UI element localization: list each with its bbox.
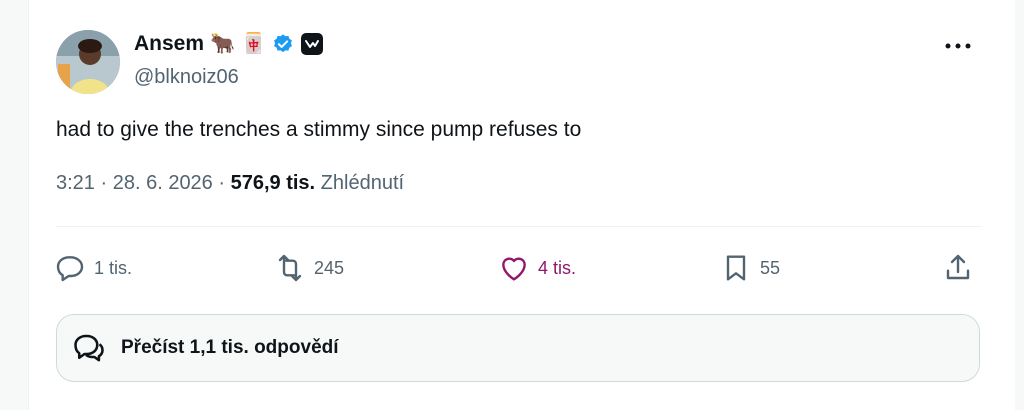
share-button[interactable] (942, 252, 974, 284)
read-replies-button[interactable]: Přečíst 1,1 tis. odpovědí (56, 314, 980, 382)
reply-icon (56, 256, 84, 282)
conversation-icon (74, 334, 104, 362)
avatar[interactable] (56, 30, 120, 94)
read-replies-label: Přečíst 1,1 tis. odpovědí (121, 337, 339, 358)
author-name-row: Ansem 🐂 🀄 (134, 32, 324, 56)
divider (56, 226, 982, 227)
bookmark-count: 55 (760, 257, 781, 278)
retweet-button[interactable]: 245 (274, 252, 344, 284)
more-options-icon[interactable] (944, 40, 972, 52)
tweet-time[interactable]: 3:21 (56, 172, 95, 194)
reply-button[interactable]: 1 tis. (54, 252, 132, 284)
retweet-icon (278, 254, 302, 282)
tweet-text: had to give the trenches a stimmy since … (56, 118, 582, 141)
retweet-count: 245 (314, 257, 345, 278)
meta-separator: · (218, 172, 231, 194)
author-handle[interactable]: @blknoiz06 (134, 66, 239, 89)
tweet-meta: 3:21 · 28. 6. 2026 · 576,9 tis. Zhlédnut… (56, 172, 404, 195)
tweet-date[interactable]: 28. 6. 2026 (113, 172, 213, 194)
like-button[interactable]: 4 tis. (498, 252, 576, 284)
views-count: 576,9 tis. (230, 172, 316, 194)
views-label: Zhlédnutí (320, 172, 405, 194)
reply-count: 1 tis. (94, 257, 133, 278)
heart-icon (502, 257, 526, 281)
mahjong-emoji: 🀄 (240, 33, 266, 55)
bookmark-icon (726, 255, 746, 281)
display-name[interactable]: Ansem (134, 32, 204, 56)
bookmark-button[interactable]: 55 (720, 252, 780, 284)
bull-emoji: 🐂 (210, 33, 235, 55)
like-count: 4 tis. (538, 257, 577, 278)
meta-separator: · (100, 172, 113, 194)
share-icon (946, 254, 970, 280)
affiliate-badge-icon[interactable] (300, 32, 324, 56)
verified-badge-icon[interactable] (272, 33, 294, 55)
